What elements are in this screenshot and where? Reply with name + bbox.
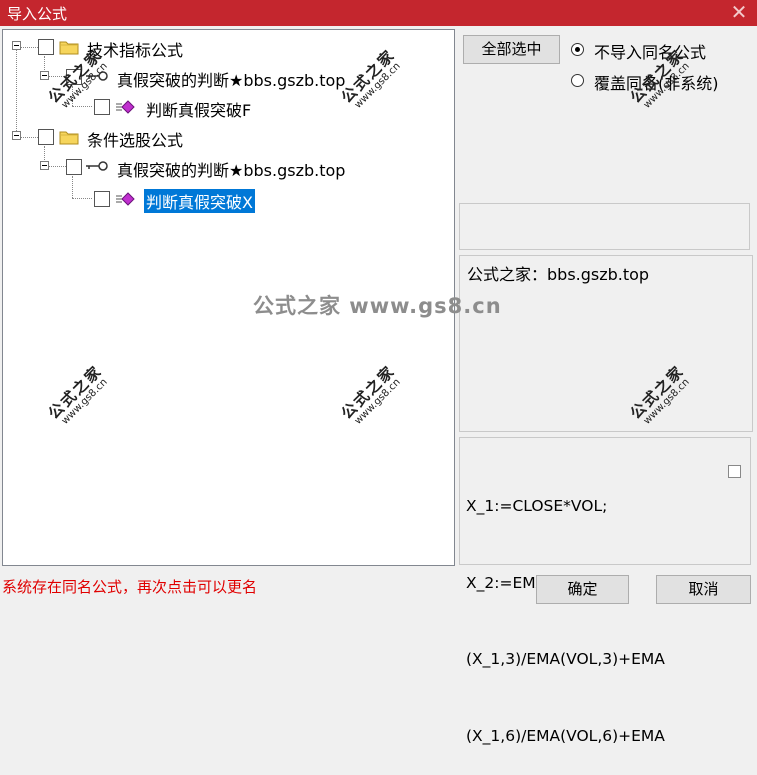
formula-label: 真假突破的判断★bbs.gszb.top: [117, 161, 346, 180]
formula-label: 真假突破的判断★bbs.gszb.top: [117, 71, 346, 90]
collapse-icon[interactable]: [12, 41, 21, 50]
radio-no-import-label[interactable]: 不导入同名公式: [594, 39, 706, 63]
tree-node-formula[interactable]: 真假突破的判断★bbs.gszb.top: [3, 64, 443, 90]
cancel-button[interactable]: 取消: [656, 575, 751, 604]
item-checkbox[interactable]: [94, 191, 110, 207]
window-title: 导入公式: [7, 5, 68, 23]
group-checkbox[interactable]: [38, 39, 54, 55]
tree-node-item[interactable]: 判断真假突破X: [3, 186, 443, 213]
collapse-icon[interactable]: [12, 131, 21, 140]
code-line: X_1:=CLOSE*VOL;: [466, 497, 608, 515]
status-message: 系统存在同名公式，再次点击可以更名: [2, 578, 258, 596]
collapse-icon[interactable]: [40, 161, 49, 170]
key-icon: [86, 161, 108, 171]
empty-panel: [459, 203, 750, 250]
folder-icon: [59, 131, 79, 145]
item-label-selected: 判断真假突破X: [144, 189, 255, 213]
folder-icon: [59, 41, 79, 55]
close-icon[interactable]: ✕: [727, 1, 751, 23]
title-bar: 导入公式 ✕: [0, 0, 757, 26]
key-icon: [86, 71, 108, 81]
item-checkbox[interactable]: [94, 99, 110, 115]
tree-node-formula[interactable]: 真假突破的判断★bbs.gszb.top: [3, 154, 443, 180]
tree-node-group[interactable]: 条件选股公式: [3, 124, 443, 150]
group-label: 技术指标公式: [87, 41, 184, 60]
group-checkbox[interactable]: [38, 129, 54, 145]
formula-tree[interactable]: 技术指标公式 真假突破的判断★bbs.gszb.top 判断真假突破F 条件选股…: [2, 29, 455, 566]
radio-no-import[interactable]: [571, 43, 584, 56]
radio-overwrite-label[interactable]: 覆盖同名(非系统): [594, 70, 719, 94]
code-checkbox[interactable]: [728, 465, 741, 478]
gem-icon: [116, 192, 135, 206]
group-label: 条件选股公式: [87, 131, 184, 150]
formula-checkbox[interactable]: [66, 69, 82, 85]
code-text: X_1:=CLOSE*VOL; X_2:=EMA((EMA (X_1,3)/EM…: [466, 443, 721, 775]
info-panel: 公式之家：bbs.gszb.top: [459, 255, 753, 432]
tree-node-group[interactable]: 技术指标公式: [3, 34, 443, 60]
code-line: (X_1,3)/EMA(VOL,3)+EMA: [466, 650, 665, 668]
gem-icon: [116, 100, 135, 114]
item-label: 判断真假突破F: [146, 101, 252, 120]
code-line: (X_1,6)/EMA(VOL,6)+EMA: [466, 726, 665, 745]
ok-button[interactable]: 确定: [536, 575, 629, 604]
radio-overwrite[interactable]: [571, 74, 584, 87]
info-source: 公式之家：bbs.gszb.top: [467, 265, 650, 284]
select-all-button[interactable]: 全部选中: [463, 35, 560, 64]
collapse-icon[interactable]: [40, 71, 49, 80]
tree-node-item[interactable]: 判断真假突破F: [3, 94, 443, 120]
formula-checkbox[interactable]: [66, 159, 82, 175]
